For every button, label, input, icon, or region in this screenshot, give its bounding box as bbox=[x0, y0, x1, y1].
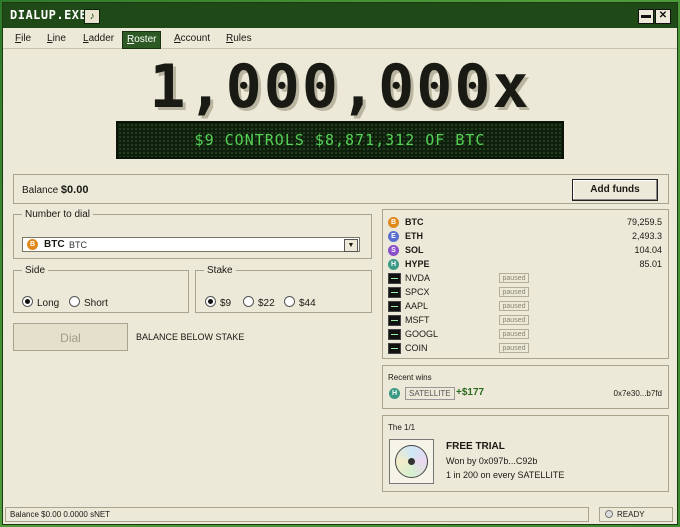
multiplier-display: 1,000,000x bbox=[149, 52, 531, 122]
prize-winner: Won by 0x097b...C92b bbox=[446, 456, 538, 466]
radio-unselected-icon bbox=[69, 296, 80, 307]
ticker-screen-icon bbox=[388, 287, 401, 298]
bitcoin-icon: B bbox=[27, 239, 38, 250]
roster-row-spcx[interactable]: SPCX paused bbox=[388, 286, 662, 299]
winner-address: 0x7e30...b7fd bbox=[613, 389, 662, 398]
music-note-icon[interactable]: ♪ bbox=[84, 9, 100, 24]
hype-icon: H bbox=[388, 259, 399, 270]
status-bar-ready: READY bbox=[599, 507, 673, 522]
selected-symbol: BTC bbox=[44, 239, 65, 250]
roster-row-nvda[interactable]: NVDA paused bbox=[388, 272, 662, 285]
ticker-screen-icon bbox=[388, 315, 401, 326]
radio-unselected-icon bbox=[284, 296, 295, 307]
ticker-screen-icon bbox=[388, 273, 401, 284]
balance-bar: Balance $0.00 Add funds bbox=[13, 174, 669, 204]
roster-row-googl[interactable]: GOOGL paused bbox=[388, 328, 662, 341]
menu-file[interactable]: File bbox=[11, 32, 35, 46]
menu-line[interactable]: Line bbox=[43, 32, 70, 46]
asset-select[interactable]: B BTC BTC ▼ bbox=[22, 237, 360, 252]
app-window: DIALUP.EXE ♪ ▬ ✕ File Line Ladder Roster… bbox=[2, 2, 678, 525]
menu-bar: File Line Ladder Roster Account Rules bbox=[3, 29, 677, 49]
stake-44-radio[interactable]: $44 bbox=[284, 296, 316, 309]
prize-name: FREE TRIAL bbox=[446, 441, 505, 452]
ticker-screen-icon bbox=[388, 329, 401, 340]
side-legend: Side bbox=[25, 265, 46, 276]
roster-row-eth[interactable]: E ETH 2,493.3 bbox=[388, 230, 662, 243]
dial-status-text: BALANCE BELOW STAKE bbox=[136, 332, 245, 342]
status-led-icon bbox=[605, 510, 613, 518]
ticker-display: $9 CONTROLS $8,871,312 OF BTC bbox=[116, 121, 564, 159]
hype-icon: H bbox=[389, 388, 400, 399]
bitcoin-icon: B bbox=[388, 217, 399, 228]
menu-rules[interactable]: Rules bbox=[222, 32, 256, 46]
paused-badge: paused bbox=[499, 343, 529, 353]
side-long-radio[interactable]: Long bbox=[22, 296, 59, 309]
side-group: Side Long Short bbox=[13, 265, 189, 313]
stake-legend: Stake bbox=[207, 265, 233, 276]
ticker-screen-icon bbox=[388, 343, 401, 354]
ethereum-icon: E bbox=[388, 231, 399, 242]
roster-row-coin[interactable]: COIN paused bbox=[388, 342, 662, 355]
stake-22-radio[interactable]: $22 bbox=[243, 296, 275, 309]
recent-wins-title: Recent wins bbox=[388, 373, 432, 382]
add-funds-button[interactable]: Add funds bbox=[572, 179, 658, 201]
prize-odds: 1 in 200 on every SATELLITE bbox=[446, 470, 565, 480]
one-of-one-title: The 1/1 bbox=[388, 423, 416, 432]
solana-icon: S bbox=[388, 245, 399, 256]
radio-selected-icon bbox=[205, 296, 216, 307]
window-title: DIALUP.EXE bbox=[10, 8, 88, 22]
win-amount: +$177 bbox=[456, 387, 485, 398]
paused-badge: paused bbox=[499, 273, 529, 283]
selected-name: BTC bbox=[69, 240, 87, 250]
recent-wins-panel: Recent wins H SATELLITE +$177 0x7e30...b… bbox=[382, 365, 669, 409]
minimize-button[interactable]: ▬ bbox=[638, 9, 654, 24]
roster-row-sol[interactable]: S SOL 104.04 bbox=[388, 244, 662, 257]
chevron-down-icon[interactable]: ▼ bbox=[344, 239, 358, 252]
paused-badge: paused bbox=[499, 329, 529, 339]
radio-unselected-icon bbox=[243, 296, 254, 307]
roster-row-btc[interactable]: B BTC 79,259.5 bbox=[388, 216, 662, 229]
roster-row-msft[interactable]: MSFT paused bbox=[388, 314, 662, 327]
one-of-one-panel: The 1/1 FREE TRIAL Won by 0x097b...C92b … bbox=[382, 415, 669, 492]
cd-disc-icon bbox=[389, 439, 434, 484]
ticker-screen-icon bbox=[388, 301, 401, 312]
roster-panel: B BTC 79,259.5 E ETH 2,493.3 S SOL 104.0… bbox=[382, 209, 669, 359]
roster-row-aapl[interactable]: AAPL paused bbox=[388, 300, 662, 313]
close-button[interactable]: ✕ bbox=[655, 9, 671, 24]
paused-badge: paused bbox=[499, 287, 529, 297]
title-bar: DIALUP.EXE ♪ ▬ ✕ bbox=[3, 3, 677, 28]
side-short-radio[interactable]: Short bbox=[69, 296, 108, 309]
menu-ladder[interactable]: Ladder bbox=[79, 32, 118, 46]
stake-9-radio[interactable]: $9 bbox=[205, 296, 231, 309]
status-bar-balance: Balance $0.00 0.0000 sNET bbox=[5, 507, 589, 522]
stake-group: Stake $9 $22 $44 bbox=[195, 265, 372, 313]
radio-selected-icon bbox=[22, 296, 33, 307]
menu-roster[interactable]: Roster bbox=[122, 31, 162, 49]
number-to-dial-group: Number to dial B BTC BTC ▼ bbox=[13, 209, 372, 259]
balance-label: Balance $0.00 bbox=[22, 184, 89, 196]
menu-account[interactable]: Account bbox=[170, 32, 214, 46]
satellite-tag: SATELLITE bbox=[405, 387, 455, 400]
paused-badge: paused bbox=[499, 315, 529, 325]
dial-button[interactable]: Dial bbox=[13, 323, 128, 351]
number-to-dial-legend: Number to dial bbox=[25, 209, 91, 220]
roster-row-hype[interactable]: H HYPE 85.01 bbox=[388, 258, 662, 271]
paused-badge: paused bbox=[499, 301, 529, 311]
